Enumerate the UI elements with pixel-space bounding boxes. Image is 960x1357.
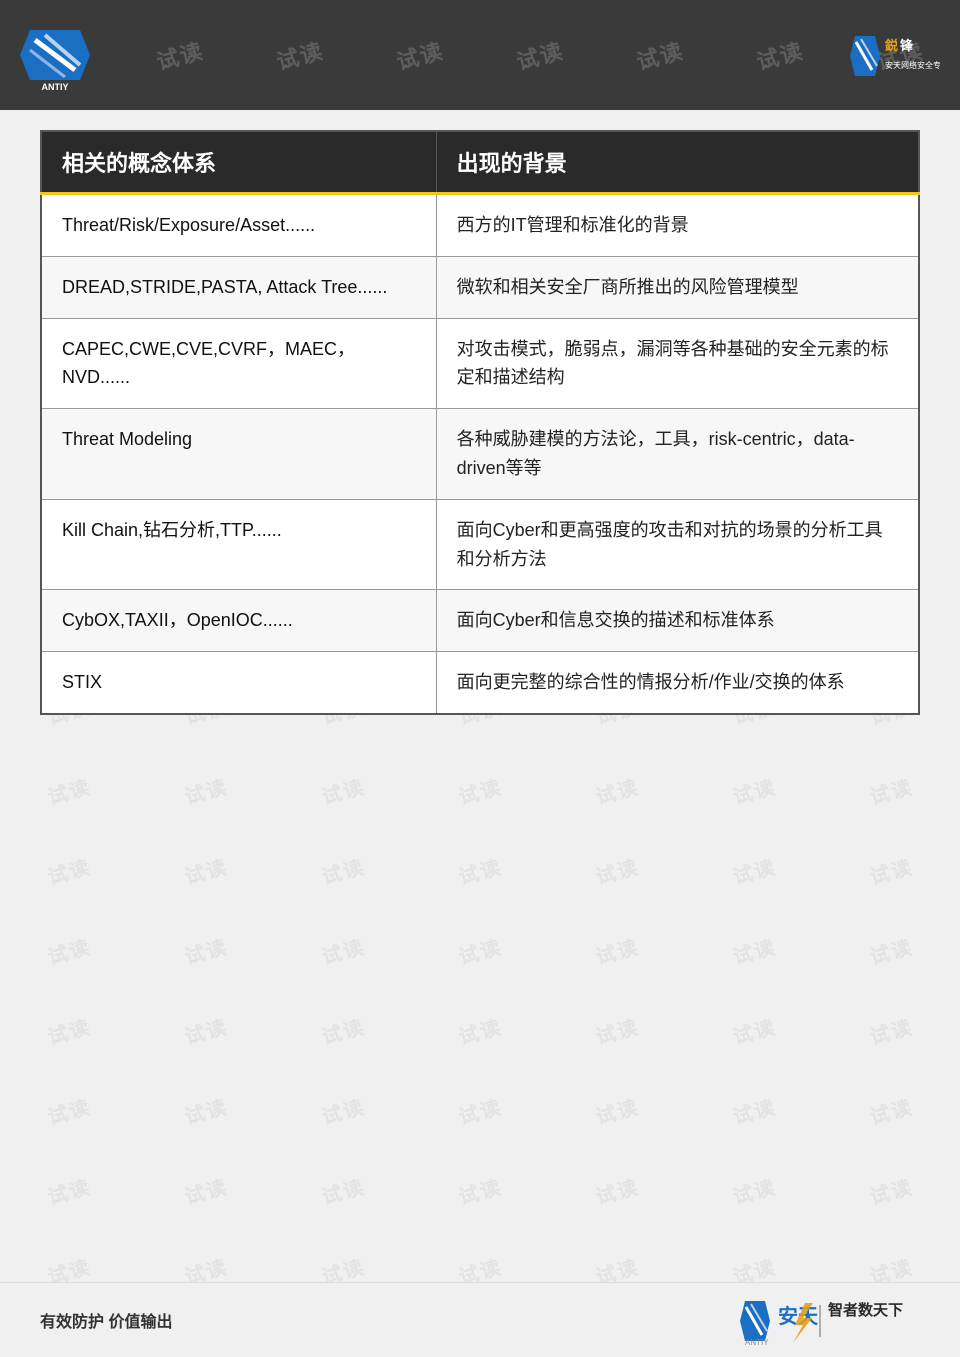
table-row: Threat/Risk/Exposure/Asset......西方的IT管理和… xyxy=(41,194,919,257)
table-cell-left-0: Threat/Risk/Exposure/Asset...... xyxy=(41,194,436,257)
table-row: CAPEC,CWE,CVE,CVRF，MAEC，NVD......对攻击模式，脆… xyxy=(41,318,919,409)
col2-header: 出现的背景 xyxy=(436,131,919,194)
svg-text:锋: 锋 xyxy=(900,38,914,53)
header: 试读试读试读试读试读试读试读试读 ANTIY 鋭 锋 安天网络安全专训营第四期 xyxy=(0,0,960,110)
table-row: CybOX,TAXII，OpenIOC......面向Cyber和信息交换的描述… xyxy=(41,590,919,652)
logo-block: ANTIY xyxy=(20,15,90,95)
table-row: DREAD,STRIDE,PASTA, Attack Tree......微软和… xyxy=(41,256,919,318)
svg-text:ANTIY: ANTIY xyxy=(42,82,69,92)
header-watermarks: 试读试读试读试读试读试读试读试读 xyxy=(0,0,960,110)
header-watermark: 试读 xyxy=(513,33,568,76)
table-row: Kill Chain,钻石分析,TTP......面向Cyber和更高强度的攻击… xyxy=(41,499,919,590)
header-watermark: 试读 xyxy=(393,33,448,76)
table-cell-left-3: Threat Modeling xyxy=(41,409,436,500)
table-cell-right-6: 面向更完整的综合性的情报分析/作业/交换的体系 xyxy=(436,652,919,714)
header-brand-logo: 鋭 锋 安天网络安全专训营第四期 xyxy=(850,28,940,83)
header-watermark: 试读 xyxy=(633,33,688,76)
table-row: Threat Modeling各种威胁建模的方法论，工具，risk-centri… xyxy=(41,409,919,500)
col1-header: 相关的概念体系 xyxy=(41,131,436,194)
table-cell-right-5: 面向Cyber和信息交换的描述和标准体系 xyxy=(436,590,919,652)
table-cell-right-3: 各种威胁建模的方法论，工具，risk-centric，data-driven等等 xyxy=(436,409,919,500)
header-watermark: 试读 xyxy=(753,33,808,76)
svg-text:安天网络安全专训营第四期: 安天网络安全专训营第四期 xyxy=(885,60,940,70)
svg-text:ANTIY: ANTIY xyxy=(745,1338,769,1347)
main-content: 相关的概念体系 出现的背景 Threat/Risk/Exposure/Asset… xyxy=(40,130,920,1277)
header-watermark: 试读 xyxy=(153,33,208,76)
svg-text:智者数天下: 智者数天下 xyxy=(828,1301,903,1319)
table-cell-right-1: 微软和相关安全厂商所推出的风险管理模型 xyxy=(436,256,919,318)
table-cell-right-2: 对攻击模式，脆弱点，漏洞等各种基础的安全元素的标定和描述结构 xyxy=(436,318,919,409)
table-row: STIX面向更完整的综合性的情报分析/作业/交换的体系 xyxy=(41,652,919,714)
table-cell-right-0: 西方的IT管理和标准化的背景 xyxy=(436,194,919,257)
footer-brand: ANTIY 安天 智者数天下 xyxy=(740,1293,920,1348)
table-cell-left-4: Kill Chain,钻石分析,TTP...... xyxy=(41,499,436,590)
antiy-logo: ANTIY xyxy=(20,15,90,95)
header-watermark: 试读 xyxy=(273,33,328,76)
table-cell-left-1: DREAD,STRIDE,PASTA, Attack Tree...... xyxy=(41,256,436,318)
table-cell-left-6: STIX xyxy=(41,652,436,714)
concept-table: 相关的概念体系 出现的背景 Threat/Risk/Exposure/Asset… xyxy=(40,130,920,715)
table-cell-left-2: CAPEC,CWE,CVE,CVRF，MAEC，NVD...... xyxy=(41,318,436,409)
table-cell-right-4: 面向Cyber和更高强度的攻击和对抗的场景的分析工具和分析方法 xyxy=(436,499,919,590)
svg-text:鋭: 鋭 xyxy=(885,38,898,53)
table-cell-left-5: CybOX,TAXII，OpenIOC...... xyxy=(41,590,436,652)
footer-tagline: 有效防护 价值输出 xyxy=(40,1308,172,1332)
footer: 有效防护 价值输出 ANTIY 安天 智者数天下 xyxy=(0,1282,960,1357)
